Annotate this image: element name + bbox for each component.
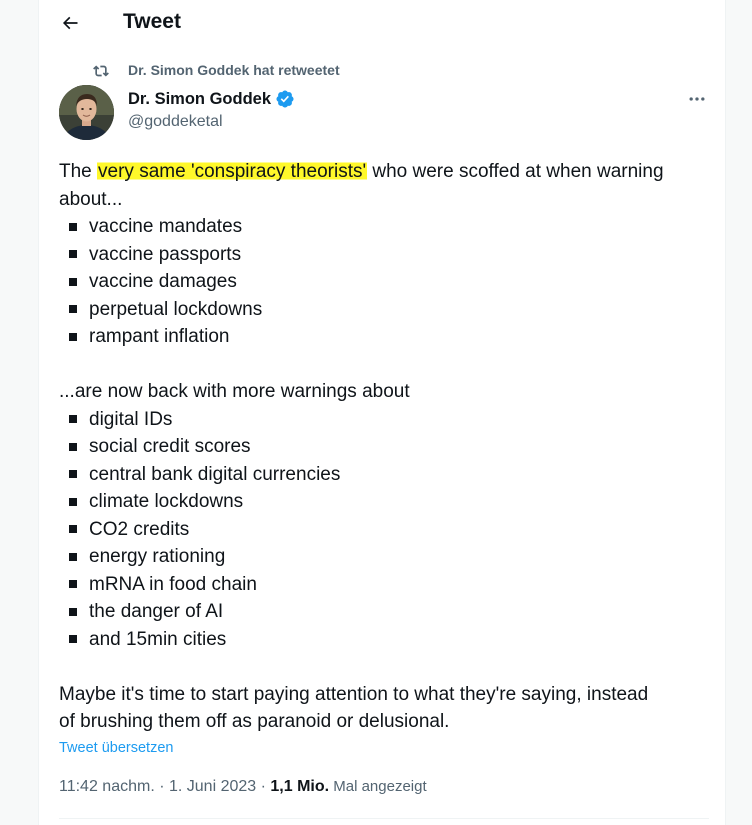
- more-button[interactable]: [683, 88, 711, 110]
- list-item-text: vaccine mandates: [89, 216, 243, 237]
- bullet-icon: [69, 497, 77, 506]
- bullet-icon: [69, 470, 77, 479]
- highlighted-text: very same 'conspiracy theorists': [97, 161, 368, 182]
- list-item: CO2 credits: [59, 516, 709, 544]
- avatar[interactable]: [59, 85, 114, 140]
- list-item-text: climate lockdowns: [89, 491, 244, 512]
- header: Tweet: [39, 0, 725, 46]
- list-item: social credit scores: [59, 433, 709, 461]
- translate-tweet-link[interactable]: Tweet übersetzen: [59, 740, 173, 756]
- list-item: energy rationing: [59, 543, 709, 571]
- page-title: Tweet: [123, 10, 181, 33]
- list-item-text: vaccine damages: [89, 271, 237, 292]
- list-item-text: central bank digital currencies: [89, 463, 341, 485]
- list-item: vaccine passports: [59, 241, 709, 269]
- list-item-text: and 15min cities: [89, 628, 227, 650]
- bullet-icon: [69, 525, 77, 534]
- list-item: vaccine damages: [59, 268, 709, 296]
- view-count[interactable]: 1,1 Mio.: [270, 778, 329, 795]
- bullet-list-2: digital IDs social credit scores central…: [59, 406, 709, 654]
- author-name-text[interactable]: Dr. Simon Goddek: [128, 90, 271, 109]
- list-item: vaccine mandates: [59, 213, 709, 241]
- tweet-metadata: 11:42 nachm. · 1. Juni 2023 · 1,1 Mio. M…: [59, 778, 427, 796]
- verified-badge-icon[interactable]: [275, 89, 295, 109]
- list-item: rampant inflation: [59, 323, 709, 351]
- arrow-left-icon: [62, 16, 78, 30]
- more-horizontal-icon: [689, 97, 705, 101]
- bullet-icon: [69, 635, 77, 644]
- list-item-text: the danger of AI: [89, 601, 224, 622]
- list-item: digital IDs: [59, 406, 709, 434]
- list-item-text: energy rationing: [89, 546, 226, 567]
- retweet-icon: [93, 65, 109, 77]
- author-handle[interactable]: @goddeketal: [128, 113, 223, 131]
- bullet-icon: [69, 305, 77, 314]
- bullet-icon: [69, 580, 77, 589]
- list-item: perpetual lockdowns: [59, 296, 709, 324]
- tweet-middle-line: ...are now back with more warnings about: [59, 381, 410, 402]
- list-item-text: mRNA in food chain: [89, 573, 257, 595]
- tweet-intro-line: The very same 'conspiracy theorists' who…: [59, 158, 709, 186]
- bullet-icon: [69, 222, 77, 231]
- list-item-text: rampant inflation: [89, 326, 230, 347]
- list-item: the danger of AI: [59, 598, 709, 626]
- list-item: mRNA in food chain: [59, 571, 709, 599]
- list-item-text: CO2 credits: [89, 518, 190, 540]
- view-count-label[interactable]: Mal angezeigt: [329, 778, 426, 795]
- tweet-closing-line-1: Maybe it's time to start paying attentio…: [59, 683, 649, 705]
- tweet-column: Tweet Dr. Simon Goddek hat retweetet Dr.…: [38, 0, 726, 825]
- list-item: central bank digital currencies: [59, 461, 709, 489]
- back-button[interactable]: [53, 6, 87, 40]
- bullet-icon: [69, 415, 77, 424]
- bullet-icon: [69, 250, 77, 259]
- bullet-list-1: vaccine mandates vaccine passports vacci…: [59, 213, 709, 351]
- list-item-text: digital IDs: [89, 408, 173, 430]
- bullet-icon: [69, 552, 77, 561]
- intro-text-1: The: [59, 161, 98, 182]
- retweet-label[interactable]: Dr. Simon Goddek hat retweetet: [128, 62, 340, 78]
- list-item: and 15min cities: [59, 626, 709, 654]
- tweet-text: The very same 'conspiracy theorists' who…: [59, 158, 709, 736]
- list-item: climate lockdowns: [59, 488, 709, 516]
- avatar-image: [59, 85, 114, 140]
- bullet-icon: [69, 442, 77, 451]
- tweet-intro-line-2: about...: [59, 188, 123, 210]
- bullet-icon: [69, 607, 77, 616]
- list-item-text: perpetual lockdowns: [89, 298, 263, 320]
- list-item-text: social credit scores: [89, 436, 251, 457]
- tweet-timestamp[interactable]: 11:42 nachm. · 1. Juni 2023 ·: [59, 778, 270, 795]
- divider: [59, 818, 709, 819]
- bullet-icon: [69, 277, 77, 286]
- bullet-icon: [69, 332, 77, 341]
- tweet-closing-line-2: of brushing them off as paranoid or delu…: [59, 711, 450, 732]
- author-name[interactable]: Dr. Simon Goddek: [128, 89, 295, 109]
- list-item-text: vaccine passports: [89, 243, 242, 265]
- intro-text-2: who were scoffed at when warning: [367, 161, 664, 182]
